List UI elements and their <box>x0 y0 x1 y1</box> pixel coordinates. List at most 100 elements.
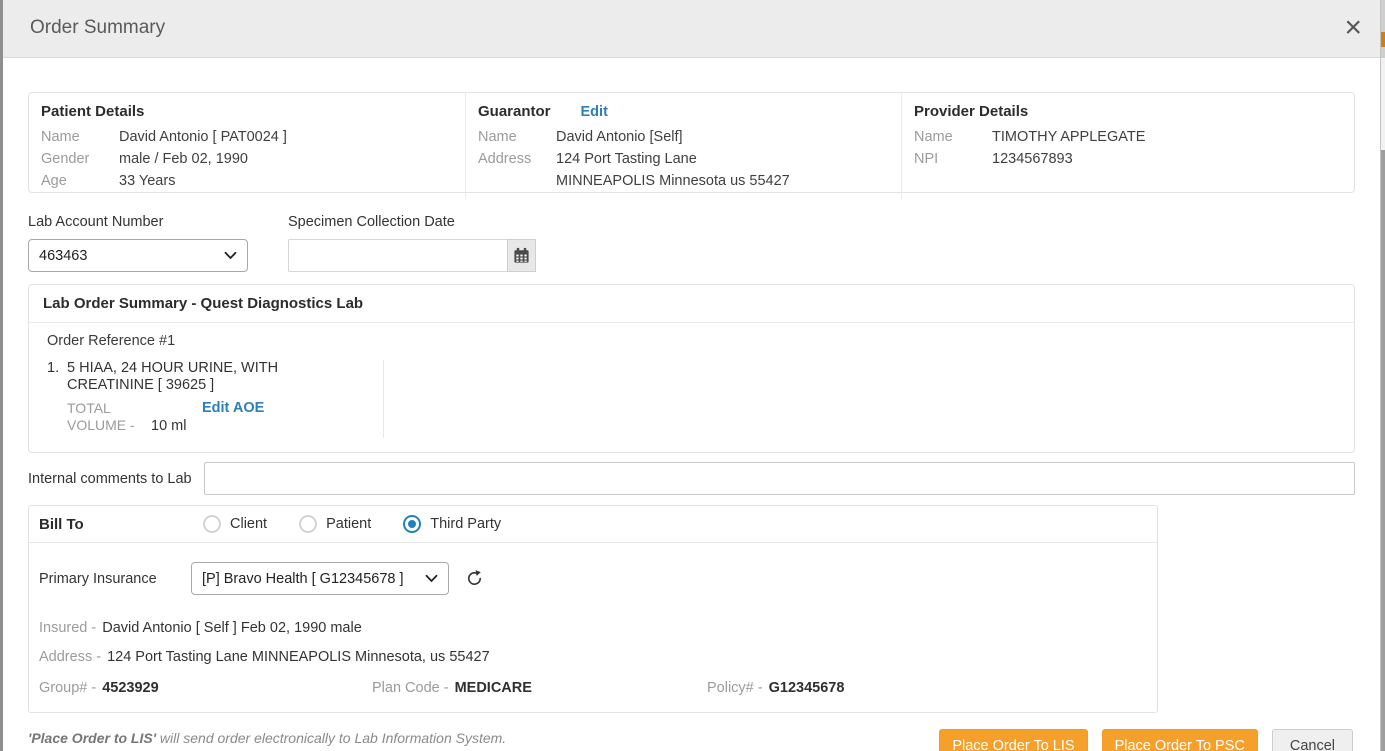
primary-insurance-row: Primary Insurance [P] Bravo Health [ G12… <box>39 562 1147 595</box>
radio-option-patient[interactable]: Patient <box>299 515 371 533</box>
guarantor-name-label: Name <box>478 126 556 148</box>
patient-gender-label: Gender <box>41 148 119 170</box>
guarantor-edit-link[interactable]: Edit <box>581 104 608 120</box>
edit-aoe-link[interactable]: Edit AOE <box>202 400 264 416</box>
radio-patient-icon <box>299 515 317 533</box>
bill-to-body: Primary Insurance [P] Bravo Health [ G12… <box>29 562 1157 712</box>
guarantor-title: Guarantor <box>478 103 551 120</box>
calendar-button[interactable] <box>507 239 536 272</box>
patient-name-value: David Antonio [ PAT0024 ] <box>119 126 287 148</box>
internal-comments-row: Internal comments to Lab <box>28 462 1355 495</box>
insured-line: Insured - David Antonio [ Self ] Feb 02,… <box>39 619 1147 637</box>
close-icon[interactable]: × <box>1344 8 1362 47</box>
radio-option-client[interactable]: Client <box>203 515 267 533</box>
provider-npi-row: NPI 1234567893 <box>914 148 1342 170</box>
patient-gender-row: Gender male / Feb 02, 1990 <box>41 148 453 170</box>
patient-age-row: Age 33 Years <box>41 170 453 192</box>
page-edge-left <box>0 0 3 751</box>
total-volume-row: TOTAL VOLUME - 10 ml Edit AOE <box>67 400 285 434</box>
provider-npi-value: 1234567893 <box>992 148 1073 170</box>
radio-patient-label: Patient <box>326 516 371 532</box>
lab-account-label: Lab Account Number <box>28 214 248 230</box>
patient-name-label: Name <box>41 126 119 148</box>
order-item-index: 1. <box>47 360 67 438</box>
guarantor-address-line1: 124 Port Tasting Lane <box>556 148 790 170</box>
chevron-down-icon <box>224 251 237 260</box>
insured-label: Insured - <box>39 619 96 637</box>
guarantor-address-label: Address <box>478 148 556 192</box>
insurance-details-row: Group# - 4523929 Plan Code - MEDICARE Po… <box>39 680 1147 696</box>
modal-header: Order Summary × <box>3 0 1380 58</box>
provider-name-label: Name <box>914 126 992 148</box>
lab-order-summary-box: Lab Order Summary - Quest Diagnostics La… <box>28 284 1355 453</box>
provider-name-value: TIMOTHY APPLEGATE <box>992 126 1145 148</box>
primary-insurance-select[interactable]: [P] Bravo Health [ G12345678 ] <box>191 562 449 595</box>
place-order-to-lis-button[interactable]: Place Order To LIS <box>939 729 1087 751</box>
patient-age-label: Age <box>41 170 119 192</box>
lab-order-summary-body: Order Reference #1 1. 5 HIAA, 24 HOUR UR… <box>29 323 1354 452</box>
bill-to-radio-group: Client Patient Third Party <box>203 515 501 533</box>
radio-option-third-party[interactable]: Third Party <box>403 515 501 533</box>
primary-insurance-selected-value: [P] Bravo Health [ G12345678 ] <box>202 571 425 587</box>
page-edge-right-orange <box>1381 32 1385 47</box>
specimen-date-label: Specimen Collection Date <box>288 214 536 230</box>
footer-buttons: Place Order To LIS Place Order To PSC Ca… <box>939 729 1355 751</box>
guarantor-address-row: Address 124 Port Tasting Lane MINNEAPOLI… <box>478 148 889 192</box>
footer-note-lis-emphasis: 'Place Order to LIS' <box>28 730 156 746</box>
modal-content: Patient Details Name David Antonio [ PAT… <box>3 92 1380 751</box>
info-panel: Patient Details Name David Antonio [ PAT… <box>28 92 1355 193</box>
chevron-down-icon <box>425 574 438 583</box>
provider-name-row: Name TIMOTHY APPLEGATE <box>914 126 1342 148</box>
footer-notes: 'Place Order to LIS' will send order ele… <box>28 729 939 751</box>
footer-note-lis: 'Place Order to LIS' will send order ele… <box>28 729 939 748</box>
plan-code-label: Plan Code - <box>372 680 449 696</box>
primary-insurance-label: Primary Insurance <box>39 571 191 587</box>
policy-number-value: G12345678 <box>769 680 845 696</box>
radio-client-label: Client <box>230 516 267 532</box>
insurance-address-line: Address - 124 Port Tasting Lane MINNEAPO… <box>39 648 1147 666</box>
insured-value: David Antonio [ Self ] Feb 02, 1990 male <box>102 619 362 637</box>
patient-name-row: Name David Antonio [ PAT0024 ] <box>41 126 453 148</box>
specimen-date-input[interactable] <box>288 239 507 272</box>
patient-details-section: Patient Details Name David Antonio [ PAT… <box>29 93 466 200</box>
radio-third-party-icon <box>403 515 421 533</box>
lab-order-summary-title: Lab Order Summary - Quest Diagnostics La… <box>29 285 1354 323</box>
place-order-to-psc-button[interactable]: Place Order To PSC <box>1102 729 1258 751</box>
calendar-icon <box>513 247 530 264</box>
bill-to-header: Bill To Client Patient Third Party <box>29 506 1157 543</box>
page-edge-right-top <box>1381 0 1385 58</box>
radio-client-icon <box>203 515 221 533</box>
internal-comments-label: Internal comments to Lab <box>28 471 204 487</box>
footer-note-lis-text: will send order electronically to Lab In… <box>156 730 506 746</box>
lab-account-selected-value: 463463 <box>39 248 224 264</box>
lab-account-field: Lab Account Number 463463 <box>28 214 248 272</box>
refresh-icon <box>465 569 484 588</box>
page-title: Order Summary <box>30 17 165 39</box>
provider-npi-label: NPI <box>914 148 992 170</box>
refresh-insurance-button[interactable] <box>465 569 484 588</box>
patient-details-title: Patient Details <box>41 103 144 120</box>
specimen-date-field: Specimen Collection Date <box>288 214 536 272</box>
policy-number-label: Policy# - <box>707 680 763 696</box>
internal-comments-input[interactable] <box>204 462 1355 495</box>
scrollbar-track[interactable] <box>1381 150 1385 751</box>
guarantor-address-line2: MINNEAPOLIS Minnesota us 55427 <box>556 170 790 192</box>
guarantor-name-row: Name David Antonio [Self] <box>478 126 889 148</box>
cancel-button[interactable]: Cancel <box>1272 729 1353 751</box>
lab-account-select[interactable]: 463463 <box>28 239 248 272</box>
footer: 'Place Order to LIS' will send order ele… <box>28 729 1355 751</box>
radio-third-party-label: Third Party <box>430 516 501 532</box>
insurance-address-label: Address - <box>39 648 101 666</box>
order-item-name: 5 HIAA, 24 HOUR URINE, WITH CREATININE [… <box>67 360 285 394</box>
controls-row: Lab Account Number 463463 Specimen Colle… <box>28 214 1355 272</box>
provider-details-section: Provider Details Name TIMOTHY APPLEGATE … <box>902 93 1354 200</box>
group-number-value: 4523929 <box>102 680 158 696</box>
insurance-address-value: 124 Port Tasting Lane MINNEAPOLIS Minnes… <box>107 648 490 666</box>
group-number-label: Group# - <box>39 680 96 696</box>
patient-gender-value: male / Feb 02, 1990 <box>119 148 248 170</box>
total-volume-label: TOTAL VOLUME - <box>67 400 145 434</box>
provider-details-title: Provider Details <box>914 103 1028 120</box>
page-edge-right <box>1381 0 1385 751</box>
guarantor-name-value: David Antonio [Self] <box>556 126 683 148</box>
guarantor-section: Guarantor Edit Name David Antonio [Self]… <box>466 93 902 200</box>
